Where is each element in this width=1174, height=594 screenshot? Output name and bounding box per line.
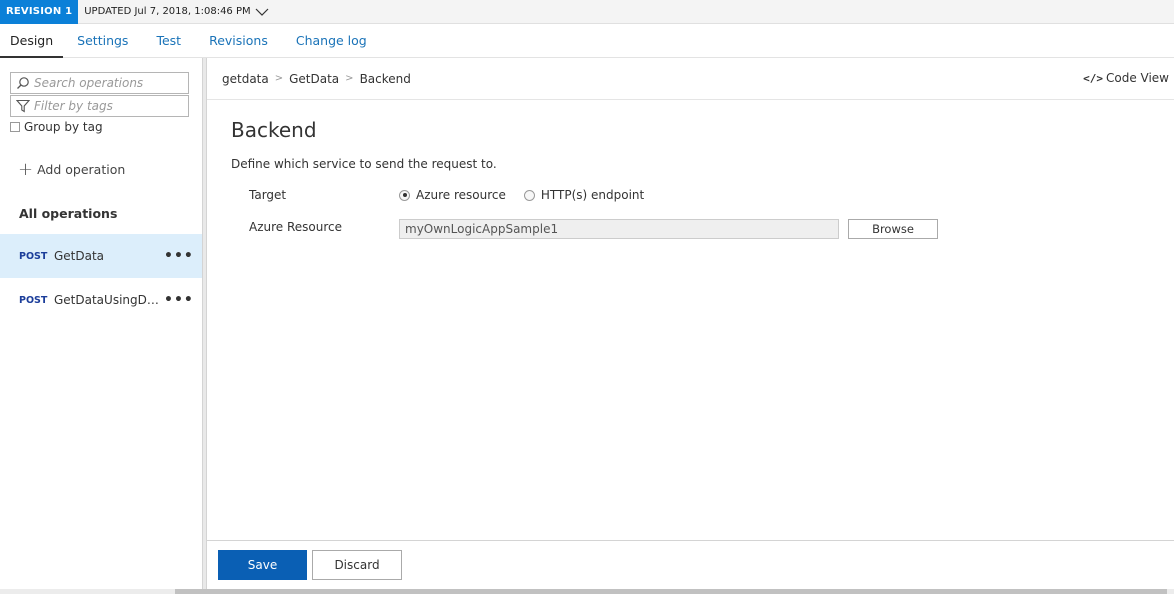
filter-icon — [14, 97, 32, 115]
more-options-icon[interactable]: ••• — [164, 292, 194, 308]
radio-label: Azure resource — [416, 188, 506, 202]
tab-revisions[interactable]: Revisions — [195, 24, 282, 58]
code-view-label: Code View — [1105, 71, 1169, 85]
radio-button[interactable] — [523, 189, 535, 201]
azure-resource-field[interactable]: myOwnLogicAppSample1 — [399, 219, 839, 239]
operation-name: GetDataUsingDataContract — [54, 293, 162, 307]
group-by-tag-label: Group by tag — [24, 120, 103, 134]
save-button[interactable]: Save — [218, 550, 307, 580]
plus-icon: + — [18, 158, 34, 180]
revision-bar: REVISION 1 UPDATED Jul 7, 2018, 1:08:46 … — [0, 0, 1174, 24]
horizontal-scrollbar[interactable] — [0, 589, 1174, 594]
operation-row-getdatausingdatacontract[interactable]: POST GetDataUsingDataContract ••• — [0, 278, 202, 322]
radio-azure-resource[interactable]: Azure resource — [399, 188, 506, 202]
footer-bar: Save Discard — [207, 540, 1174, 590]
breadcrumb: getdata > GetData > Backend — [222, 72, 411, 86]
chevron-down-icon[interactable] — [255, 7, 269, 17]
operation-method: POST — [19, 250, 48, 262]
add-operation-button[interactable]: + Add operation — [18, 158, 126, 180]
discard-button[interactable]: Discard — [312, 550, 402, 580]
page-title: Backend — [231, 118, 317, 142]
azure-resource-label: Azure Resource — [249, 220, 343, 234]
tab-bar: Design Settings Test Revisions Change lo… — [0, 24, 1174, 58]
breadcrumb-separator: > — [274, 73, 284, 84]
all-operations-heading[interactable]: All operations — [19, 206, 117, 221]
search-operations-field[interactable] — [10, 72, 189, 94]
tab-design[interactable]: Design — [0, 24, 64, 58]
code-view-button[interactable]: </> Code View — [1083, 71, 1169, 85]
main-panel: getdata > GetData > Backend </> Code Vie… — [206, 58, 1174, 590]
radio-http-endpoint[interactable]: HTTP(s) endpoint — [523, 188, 645, 202]
operation-name: GetData — [54, 249, 105, 263]
operation-method: POST — [19, 294, 48, 306]
breadcrumb-bar: getdata > GetData > Backend </> Code Vie… — [207, 58, 1174, 100]
target-label: Target — [249, 188, 287, 202]
filter-tags-input[interactable] — [34, 99, 184, 113]
tab-settings[interactable]: Settings — [63, 24, 142, 58]
code-icon: </> — [1083, 71, 1103, 85]
tab-change-log[interactable]: Change log — [282, 24, 381, 58]
tab-test[interactable]: Test — [142, 24, 195, 58]
operations-sidebar: Group by tag + Add operation All operati… — [0, 58, 203, 590]
operation-row-getdata[interactable]: POST GetData ••• — [0, 234, 202, 278]
search-operations-input[interactable] — [34, 76, 184, 90]
breadcrumb-item-backend: Backend — [359, 71, 411, 86]
breadcrumb-item-api[interactable]: getdata — [222, 72, 269, 86]
revision-updated-text: UPDATED Jul 7, 2018, 1:08:46 PM — [84, 6, 251, 17]
revision-badge[interactable]: REVISION 1 — [0, 0, 79, 24]
scrollbar-thumb[interactable] — [175, 589, 1167, 594]
page-description: Define which service to send the request… — [231, 157, 497, 171]
more-options-icon[interactable]: ••• — [164, 248, 194, 264]
radio-button-selected[interactable] — [399, 189, 410, 201]
breadcrumb-item-operation[interactable]: GetData — [289, 72, 339, 86]
filter-tags-field[interactable] — [10, 95, 189, 117]
radio-label: HTTP(s) endpoint — [540, 188, 645, 202]
search-icon — [14, 74, 32, 92]
breadcrumb-separator: > — [345, 73, 354, 84]
group-by-tag[interactable]: Group by tag — [10, 120, 103, 134]
revision-updated[interactable]: UPDATED Jul 7, 2018, 1:08:46 PM — [84, 6, 269, 17]
add-operation-label: Add operation — [37, 162, 126, 177]
browse-button[interactable]: Browse — [848, 219, 938, 239]
group-by-tag-checkbox[interactable] — [10, 122, 20, 132]
target-radio-group: Azure resource HTTP(s) endpoint — [399, 188, 662, 202]
